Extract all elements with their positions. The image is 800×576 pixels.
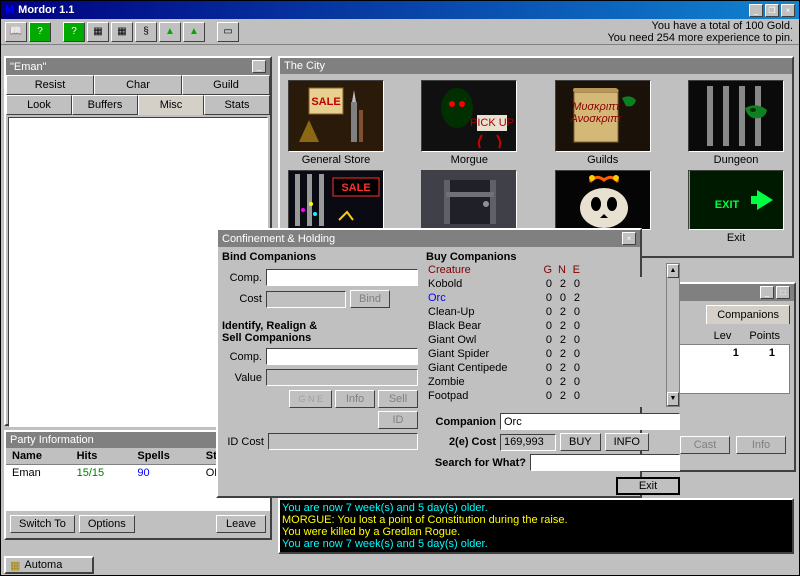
- creature-scrollbar[interactable]: ▲ ▼: [666, 263, 680, 407]
- up2-icon[interactable]: ▲: [183, 22, 205, 42]
- value-field: [266, 369, 418, 386]
- info-button[interactable]: Info: [335, 390, 375, 408]
- creature-row[interactable]: Giant Owl020: [426, 333, 666, 347]
- snake-icon[interactable]: §: [135, 22, 157, 42]
- svg-text:PICK UP: PICK UP: [470, 117, 514, 129]
- help2-icon[interactable]: ?: [63, 22, 85, 42]
- creature-row[interactable]: Orc002: [426, 291, 666, 305]
- character-panel-title: "Eman" _: [6, 58, 270, 75]
- confine-exit-button[interactable]: Exit: [616, 477, 680, 495]
- city-panel-title: The City: [280, 58, 792, 74]
- bind-cost-field: [266, 291, 346, 308]
- city-label: Guilds: [587, 154, 618, 166]
- creature-row[interactable]: Giant Centipede020: [426, 361, 666, 375]
- creature-row[interactable]: Black Bear020: [426, 319, 666, 333]
- buy-button[interactable]: BUY: [560, 433, 601, 451]
- creature-row[interactable]: Footpad020: [426, 389, 666, 403]
- city-guilds[interactable]: ΜυσκριπτΑνοσκριπτ: [555, 80, 651, 152]
- companion-field[interactable]: [500, 413, 680, 430]
- status-text: You have a total of 100 Gold. You need 2…: [607, 20, 793, 44]
- app-title: Mordor 1.1: [18, 4, 74, 16]
- city-label: General Store: [302, 154, 370, 166]
- col-points: Points: [749, 330, 780, 342]
- svg-text:EXIT: EXIT: [715, 199, 740, 211]
- options-button[interactable]: Options: [79, 515, 135, 533]
- id-button[interactable]: ID: [378, 411, 418, 429]
- svg-text:Μυσκριπτ: Μυσκριπτ: [572, 101, 620, 113]
- tab-resist[interactable]: Resist: [6, 75, 94, 95]
- grid-icon[interactable]: ▦: [87, 22, 109, 42]
- bind-button[interactable]: Bind: [350, 290, 390, 308]
- city-slot-5[interactable]: SALE: [288, 170, 384, 230]
- bind-comp-input[interactable]: [266, 269, 418, 286]
- minimize-button[interactable]: _: [749, 4, 763, 17]
- confinement-title: Confinement & Holding ×: [218, 230, 640, 247]
- tab-companions[interactable]: Companions: [706, 305, 790, 324]
- app-titlebar: M Mordor 1.1 _ ❐ ×: [1, 1, 799, 19]
- search-input[interactable]: [530, 454, 680, 471]
- char-minimize-button[interactable]: _: [252, 60, 266, 73]
- help-icon[interactable]: ?: [29, 22, 51, 42]
- tab-stats[interactable]: Stats: [204, 95, 270, 115]
- ident-comp-input[interactable]: [266, 348, 418, 365]
- idcost-field: [268, 433, 418, 450]
- tab-char[interactable]: Char: [94, 75, 182, 95]
- buy-header: Buy Companions: [426, 251, 680, 263]
- col-lev: Lev: [714, 330, 732, 342]
- creature-row[interactable]: Giant Spider020: [426, 347, 666, 361]
- city-slot-6[interactable]: [421, 170, 517, 230]
- sell-button[interactable]: Sell: [378, 390, 418, 408]
- svg-text:Ανοσκριπτ: Ανοσκριπτ: [569, 113, 622, 125]
- identify-header: Identify, Realign & Sell Companions: [222, 320, 418, 344]
- close-button[interactable]: ×: [781, 4, 795, 17]
- automap-icon: ▦: [10, 559, 20, 572]
- window-icon[interactable]: ▭: [217, 22, 239, 42]
- city-exit[interactable]: EXIT: [688, 170, 784, 230]
- tab-look[interactable]: Look: [6, 95, 72, 115]
- city-general-store[interactable]: SALE: [288, 80, 384, 152]
- svg-text:SALE: SALE: [341, 182, 370, 194]
- confinement-dialog: Confinement & Holding × Bind Companions …: [216, 228, 642, 498]
- cost2-field: [500, 434, 556, 451]
- creature-list[interactable]: Kobold020Orc002Clean-Up020Black Bear020G…: [426, 277, 666, 407]
- book-icon[interactable]: 📖: [5, 22, 27, 42]
- bind-header: Bind Companions: [222, 251, 418, 263]
- svg-text:SALE: SALE: [311, 96, 340, 108]
- tab-misc[interactable]: Misc: [138, 95, 204, 115]
- leave-button[interactable]: Leave: [216, 515, 266, 533]
- creature-row[interactable]: Clean-Up020: [426, 305, 666, 319]
- log-panel: You are now 7 week(s) and 5 day(s) older…: [278, 498, 794, 554]
- app-icon: M: [5, 4, 14, 16]
- grid2-icon[interactable]: ▦: [111, 22, 133, 42]
- city-morgue[interactable]: PICK UP: [421, 80, 517, 152]
- scroll-up-icon[interactable]: ▲: [667, 264, 679, 278]
- creature-row[interactable]: Zombie020: [426, 375, 666, 389]
- cast-button[interactable]: Cast: [680, 436, 730, 454]
- city-dungeon[interactable]: [688, 80, 784, 152]
- comp-info-button[interactable]: Info: [736, 436, 786, 454]
- gne-button[interactable]: G N E: [289, 390, 332, 408]
- city-slot-7[interactable]: [555, 170, 651, 230]
- maximize-button[interactable]: ❐: [765, 4, 779, 17]
- tab-buffers[interactable]: Buffers: [72, 95, 138, 115]
- city-label: Morgue: [451, 154, 488, 166]
- scroll-down-icon[interactable]: ▼: [667, 392, 679, 406]
- city-exit-label: Exit: [727, 232, 745, 244]
- creature-row[interactable]: Kobold020: [426, 277, 666, 291]
- city-label: Dungeon: [714, 154, 759, 166]
- taskbar-item[interactable]: ▦ Automa: [4, 556, 94, 574]
- up-icon[interactable]: ▲: [159, 22, 181, 42]
- confine-close-button[interactable]: ×: [622, 232, 636, 245]
- comp-max-button[interactable]: □: [776, 286, 790, 299]
- info2-button[interactable]: INFO: [605, 433, 649, 451]
- comp-min-button[interactable]: _: [760, 286, 774, 299]
- message-log: You are now 7 week(s) and 5 day(s) older…: [280, 500, 792, 552]
- tab-guild[interactable]: Guild: [182, 75, 270, 95]
- switch-to-button[interactable]: Switch To: [10, 515, 75, 533]
